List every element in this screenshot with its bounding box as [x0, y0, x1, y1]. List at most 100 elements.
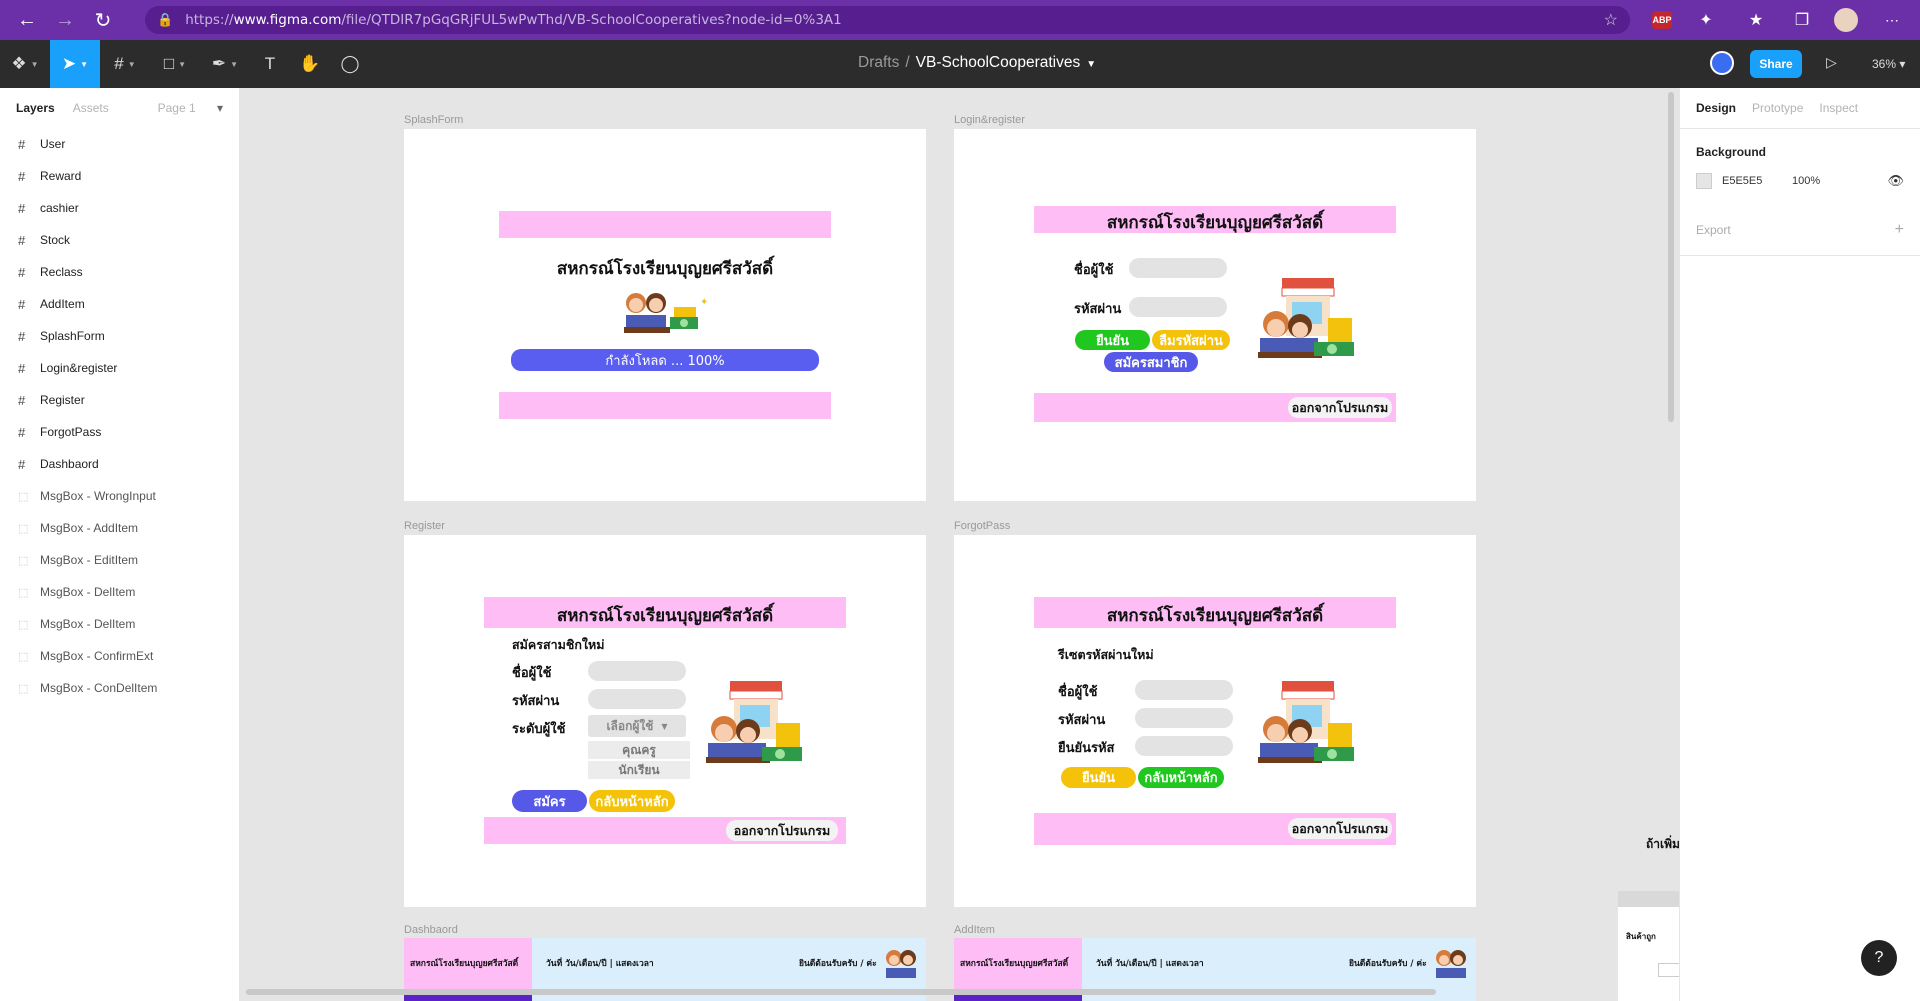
layer-item[interactable]: # Stock	[0, 224, 239, 256]
signup-button[interactable]: สมัครสมาชิก	[1104, 352, 1198, 372]
layer-item[interactable]: # Reward	[0, 160, 239, 192]
exit-program-button[interactable]: ออกจากโปรแกรม	[1288, 818, 1392, 839]
partial-frame[interactable]: สินค้าถูก	[1618, 891, 1679, 1001]
frame-forgot[interactable]: สหกรณ์โรงเรียนบุญยศรีสวัสดิ์ รีเซตรหัสผ่…	[954, 535, 1476, 907]
color-swatch[interactable]	[1696, 173, 1712, 189]
password-input[interactable]	[1129, 297, 1227, 317]
layer-item[interactable]: # User	[0, 128, 239, 160]
shop-illustration	[1256, 272, 1366, 367]
tab-design[interactable]: Design	[1696, 101, 1736, 115]
comment-tool-icon[interactable]: ◯	[330, 40, 370, 88]
back-icon[interactable]: ←	[8, 0, 46, 40]
layer-item[interactable]: ⬚ MsgBox - ConDelItem	[0, 672, 239, 704]
main-menu-icon[interactable]: ❖ ▼	[0, 40, 50, 88]
apply-button[interactable]: สมัคร	[512, 790, 587, 812]
frame-label-additem[interactable]: AddItem	[954, 924, 995, 936]
frame-label-splash[interactable]: SplashForm	[404, 114, 463, 126]
pen-tool-icon[interactable]: ✒ ▼	[200, 40, 250, 88]
confirm-password-input[interactable]	[1135, 736, 1233, 756]
dashboard-date: วันที่ วัน/เดือน/ปี | แสดงเวลา	[546, 959, 654, 969]
hand-tool-icon[interactable]: ✋	[290, 40, 330, 88]
layer-item[interactable]: ⬚ MsgBox - WrongInput	[0, 480, 239, 512]
layer-item[interactable]: ⬚ MsgBox - AddItem	[0, 512, 239, 544]
add-export-icon[interactable]: +	[1895, 221, 1904, 239]
user-level-select[interactable]: เลือกผู้ใช้ ▼	[588, 715, 686, 737]
chevron-down-icon[interactable]: ▼	[1086, 59, 1096, 70]
horizontal-scrollbar[interactable]	[246, 989, 1436, 995]
layer-item[interactable]: # Login&register	[0, 352, 239, 384]
design-canvas[interactable]: SplashForm สหกรณ์โรงเรียนบุญยศรีสวัสดิ์ …	[241, 88, 1679, 1001]
profile-avatar[interactable]	[1834, 8, 1858, 32]
layer-item[interactable]: # SplashForm	[0, 320, 239, 352]
share-button[interactable]: Share	[1750, 50, 1802, 78]
vertical-scrollbar[interactable]	[1668, 92, 1674, 422]
layer-item[interactable]: # AddItem	[0, 288, 239, 320]
address-bar[interactable]: 🔒 https://www.figma.com/file/QTDIR7pGqGR…	[145, 6, 1630, 34]
back-home-button[interactable]: กลับหน้าหลัก	[1138, 767, 1224, 788]
extensions-icon[interactable]: ✦	[1694, 8, 1718, 32]
option-student[interactable]: นักเรียน	[588, 761, 690, 779]
move-tool-icon[interactable]: ➤ ▼	[50, 40, 100, 88]
frame-splash[interactable]: สหกรณ์โรงเรียนบุญยศรีสวัสดิ์ ✦ กำลังโหลด…	[404, 129, 926, 501]
option-teacher[interactable]: คุณครู	[588, 741, 690, 759]
password-input[interactable]	[588, 689, 686, 709]
bg-opacity[interactable]: 100%	[1792, 175, 1820, 187]
forward-icon[interactable]: →	[46, 0, 84, 40]
collections-icon[interactable]: ❐	[1790, 8, 1814, 32]
frame-label-login[interactable]: Login&register	[954, 114, 1025, 126]
layer-item[interactable]: # Register	[0, 384, 239, 416]
breadcrumb-drafts[interactable]: Drafts	[858, 54, 899, 71]
password-input[interactable]	[1135, 708, 1233, 728]
frame-label-dashboard[interactable]: Dashbaord	[404, 924, 458, 936]
confirm-button[interactable]: ยืนยัน	[1061, 767, 1136, 788]
frame-icon: #	[18, 264, 26, 280]
text-tool-icon[interactable]: T	[250, 40, 290, 88]
layer-item[interactable]: ⬚ MsgBox - ConfirmExt	[0, 640, 239, 672]
present-play-icon[interactable]: ▷	[1826, 54, 1837, 71]
layer-item[interactable]: # ForgotPass	[0, 416, 239, 448]
file-name[interactable]: VB-SchoolCooperatives	[916, 54, 1081, 71]
zoom-level[interactable]: 36% ▾	[1872, 57, 1905, 71]
frame-icon: #	[18, 168, 26, 184]
layer-list: # User # Reward # cashier # Stock # Reclass # AddIt…	[0, 128, 239, 704]
confirm-button[interactable]: ยืนยัน	[1075, 330, 1150, 350]
forgot-password-button[interactable]: ลืมรหัสผ่าน	[1152, 330, 1230, 350]
frame-register[interactable]: สหกรณ์โรงเรียนบุญยศรีสวัสดิ์ สมัครสามชิก…	[404, 535, 926, 907]
adblock-icon[interactable]: ABP	[1652, 11, 1672, 29]
layer-item[interactable]: ⬚ MsgBox - DelItem	[0, 576, 239, 608]
bookmark-star-icon[interactable]: ☆	[1604, 10, 1618, 30]
reload-icon[interactable]: ↻	[84, 0, 122, 40]
layer-item[interactable]: # Dashbaord	[0, 448, 239, 480]
page-selector[interactable]: Page 1 ▾	[158, 101, 223, 115]
frame-login[interactable]: สหกรณ์โรงเรียนบุญยศรีสวัสดิ์ ชื่อผู้ใช้ …	[954, 129, 1476, 501]
background-section: Background E5E5E5 100% 👁	[1680, 128, 1920, 205]
layer-item[interactable]: # Reclass	[0, 256, 239, 288]
layer-item[interactable]: ⬚ MsgBox - DelItem	[0, 608, 239, 640]
username-input[interactable]	[588, 661, 686, 681]
frame-label-forgot[interactable]: ForgotPass	[954, 520, 1010, 532]
tab-assets[interactable]: Assets	[73, 101, 109, 115]
username-input[interactable]	[1135, 680, 1233, 700]
exit-program-button[interactable]: ออกจากโปรแกรม	[1288, 397, 1392, 418]
more-menu-icon[interactable]: ⋯	[1880, 8, 1904, 32]
frame-tool-icon[interactable]: # ▼	[100, 40, 150, 88]
exit-program-button[interactable]: ออกจากโปรแกรม	[726, 820, 838, 841]
username-input[interactable]	[1129, 258, 1227, 278]
help-button[interactable]: ?	[1861, 940, 1897, 976]
tab-layers[interactable]: Layers	[16, 101, 55, 115]
tab-inspect[interactable]: Inspect	[1819, 101, 1858, 115]
background-fill-row[interactable]: E5E5E5 100% 👁	[1696, 173, 1904, 189]
group-icon: ⬚	[18, 522, 29, 535]
visibility-eye-icon[interactable]: 👁	[1887, 173, 1904, 189]
layer-label: SplashForm	[40, 329, 105, 343]
user-avatar[interactable]	[1710, 51, 1734, 75]
favorites-icon[interactable]: ★	[1744, 8, 1768, 32]
shape-tool-icon[interactable]: □ ▼	[150, 40, 200, 88]
layer-item[interactable]: ⬚ MsgBox - EditItem	[0, 544, 239, 576]
tab-prototype[interactable]: Prototype	[1752, 101, 1803, 115]
bg-hex[interactable]: E5E5E5	[1722, 175, 1792, 187]
back-home-button[interactable]: กลับหน้าหลัก	[589, 790, 675, 812]
layer-item[interactable]: # cashier	[0, 192, 239, 224]
frame-label-register[interactable]: Register	[404, 520, 445, 532]
layer-label: MsgBox - WrongInput	[40, 489, 156, 503]
